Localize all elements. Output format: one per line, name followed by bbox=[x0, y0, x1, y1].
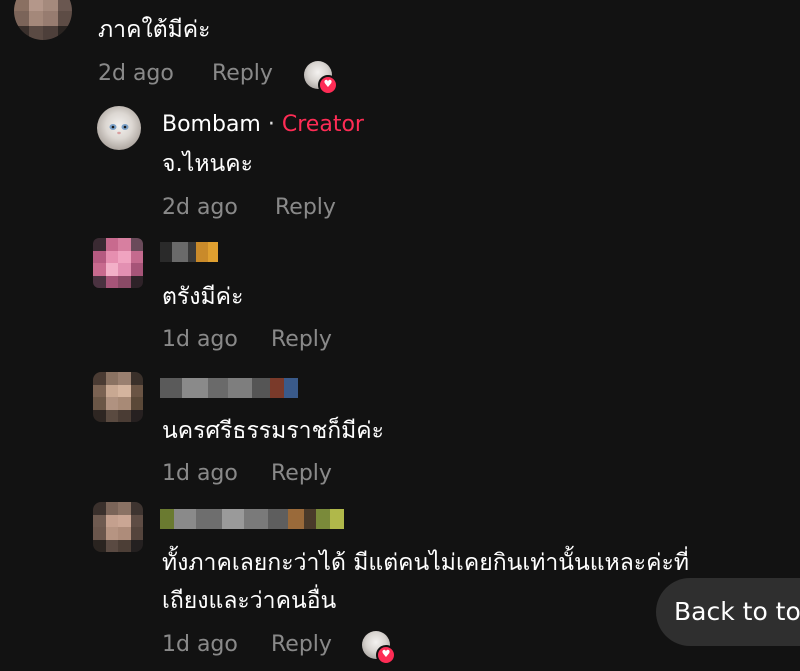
comment-meta: 1d ago Reply bbox=[162, 631, 332, 659]
comment-time: 2d ago bbox=[98, 61, 174, 86]
reply-button[interactable]: Reply bbox=[212, 60, 273, 88]
creator-badge: Creator bbox=[281, 112, 364, 137]
comment-author[interactable]: Bombam · Creator bbox=[162, 111, 364, 139]
comment-text: นครศรีธรรมราชก็มีค่ะ bbox=[162, 418, 385, 444]
avatar[interactable] bbox=[93, 502, 143, 552]
comment-text: ภาคใต้มีค่ะ bbox=[98, 17, 211, 43]
comment-time: 2d ago bbox=[162, 195, 238, 220]
creator-liked-avatar: ♥ bbox=[304, 61, 338, 95]
heart-icon: ♥ bbox=[376, 645, 396, 665]
comment-text-line1: ทั้งภาคเลยกะว่าได้ มีแต่คนไม่เคยกินเท่าน… bbox=[162, 550, 690, 576]
comment-meta: 2d ago Reply bbox=[162, 194, 336, 222]
comment-meta: 1d ago Reply bbox=[162, 460, 332, 488]
comment-time: 1d ago bbox=[162, 461, 238, 486]
comment-time: 1d ago bbox=[162, 632, 238, 657]
separator: · bbox=[267, 112, 275, 137]
comment-meta: 1d ago Reply bbox=[162, 326, 332, 354]
creator-liked-avatar: ♥ bbox=[362, 631, 396, 665]
comment-text: จ.ไหนคะ bbox=[162, 151, 253, 177]
avatar[interactable] bbox=[14, 0, 72, 40]
reply-button[interactable]: Reply bbox=[271, 631, 332, 659]
author-name-redacted[interactable] bbox=[160, 509, 344, 529]
comment-meta: 2d ago Reply bbox=[98, 60, 273, 88]
reply-button[interactable]: Reply bbox=[271, 326, 332, 354]
back-to-top-button[interactable]: Back to top bbox=[656, 578, 800, 646]
author-name-redacted[interactable] bbox=[160, 378, 298, 398]
author-name-redacted[interactable] bbox=[160, 242, 218, 262]
reply-button[interactable]: Reply bbox=[275, 194, 336, 222]
reply-button[interactable]: Reply bbox=[271, 460, 332, 488]
comment-text-line2: เถียงและว่าคนอื่น bbox=[162, 588, 337, 614]
avatar[interactable] bbox=[93, 372, 143, 422]
author-name[interactable]: Bombam bbox=[162, 112, 261, 137]
comment-time: 1d ago bbox=[162, 327, 238, 352]
avatar[interactable] bbox=[97, 106, 141, 150]
comment-text: ตรังมีค่ะ bbox=[162, 284, 244, 310]
heart-icon: ♥ bbox=[318, 75, 338, 95]
cat-face-icon bbox=[109, 124, 129, 135]
comments-panel: ภาคใต้มีค่ะ 2d ago Reply ♥ Bombam · Crea… bbox=[0, 0, 800, 671]
avatar[interactable] bbox=[93, 238, 143, 288]
